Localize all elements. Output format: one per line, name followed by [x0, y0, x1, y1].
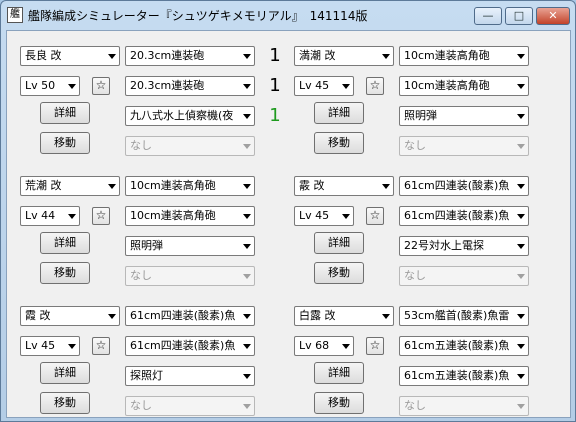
equip-slot-2[interactable]: 10cm連装高角砲 [399, 76, 529, 96]
level-select[interactable]: Lv 45 [294, 206, 354, 226]
move-button[interactable]: 移動 [314, 392, 364, 414]
level-select[interactable]: Lv 50 [20, 76, 80, 96]
star-button[interactable]: ☆ [366, 207, 384, 225]
move-button[interactable]: 移動 [40, 392, 90, 414]
window-title: 艦隊編成シミュレーター『シュツゲキメモリアル』 141114版 [28, 9, 368, 23]
equip-slot-3[interactable]: 照明弾 [399, 106, 529, 126]
plane-count: 1 [269, 75, 281, 96]
close-button[interactable]: ✕ [536, 7, 570, 25]
equip-slot-4[interactable]: なし [125, 266, 255, 286]
equip-slot-1[interactable]: 10cm連装高角砲 [399, 46, 529, 66]
detail-button[interactable]: 詳細 [314, 232, 364, 254]
equip-slot-2[interactable]: 61cm四連装(酸素)魚 [399, 206, 529, 226]
ship-select[interactable]: 霞 改 [20, 306, 120, 326]
star-button[interactable]: ☆ [92, 207, 110, 225]
star-button[interactable]: ☆ [92, 77, 110, 95]
detail-button[interactable]: 詳細 [314, 102, 364, 124]
ship-slot-6: 白露 改 Lv 68 ☆ 詳細 移動 53cm艦首(酸素)魚雷 61cm五連装(… [288, 304, 558, 419]
ship-select[interactable]: 白露 改 [294, 306, 394, 326]
title-bar[interactable]: 艦 艦隊編成シミュレーター『シュツゲキメモリアル』 141114版 — □ ✕ [1, 1, 575, 29]
star-button[interactable]: ☆ [92, 337, 110, 355]
detail-button[interactable]: 詳細 [40, 232, 90, 254]
star-button[interactable]: ☆ [366, 77, 384, 95]
move-button[interactable]: 移動 [314, 262, 364, 284]
equip-slot-3[interactable]: 九八式水上偵察機(夜 [125, 106, 255, 126]
equip-slot-2[interactable]: 61cm四連装(酸素)魚 [125, 336, 255, 356]
equip-slot-4[interactable]: なし [399, 266, 529, 286]
equip-slot-1[interactable]: 61cm四連装(酸素)魚 [125, 306, 255, 326]
move-button[interactable]: 移動 [40, 132, 90, 154]
equip-slot-3[interactable]: 22号対水上電探 [399, 236, 529, 256]
ship-select[interactable]: 荒潮 改 [20, 176, 120, 196]
app-window: 艦 艦隊編成シミュレーター『シュツゲキメモリアル』 141114版 — □ ✕ … [0, 0, 576, 422]
maximize-button[interactable]: □ [505, 7, 533, 25]
equip-slot-4[interactable]: なし [399, 136, 529, 156]
equip-slot-4[interactable]: なし [125, 136, 255, 156]
ship-select[interactable]: 長良 改 [20, 46, 120, 66]
app-icon[interactable]: 艦 [7, 7, 23, 23]
equip-slot-1[interactable]: 53cm艦首(酸素)魚雷 [399, 306, 529, 326]
detail-button[interactable]: 詳細 [40, 102, 90, 124]
equip-slot-2[interactable]: 61cm五連装(酸素)魚 [399, 336, 529, 356]
fleet-panel: 長良 改 Lv 50 ☆ 詳細 移動 20.3cm連装砲 1 20.3cm連装砲… [6, 30, 571, 418]
equip-slot-3[interactable]: 61cm五連装(酸素)魚 [399, 366, 529, 386]
level-select[interactable]: Lv 45 [20, 336, 80, 356]
equip-slot-2[interactable]: 20.3cm連装砲 [125, 76, 255, 96]
equip-slot-1[interactable]: 61cm四連装(酸素)魚 [399, 176, 529, 196]
equip-slot-2[interactable]: 10cm連装高角砲 [125, 206, 255, 226]
ship-select[interactable]: 満潮 改 [294, 46, 394, 66]
level-select[interactable]: Lv 45 [294, 76, 354, 96]
star-button[interactable]: ☆ [366, 337, 384, 355]
ship-slot-3: 荒潮 改 Lv 44 ☆ 詳細 移動 10cm連装高角砲 10cm連装高角砲 照… [14, 174, 284, 289]
detail-button[interactable]: 詳細 [314, 362, 364, 384]
equip-slot-3[interactable]: 照明弾 [125, 236, 255, 256]
ship-slot-1: 長良 改 Lv 50 ☆ 詳細 移動 20.3cm連装砲 1 20.3cm連装砲… [14, 44, 284, 159]
level-select[interactable]: Lv 44 [20, 206, 80, 226]
equip-slot-4[interactable]: なし [125, 396, 255, 416]
equip-slot-1[interactable]: 10cm連装高角砲 [125, 176, 255, 196]
equip-slot-3[interactable]: 探照灯 [125, 366, 255, 386]
ship-select[interactable]: 霰 改 [294, 176, 394, 196]
ship-slot-4: 霰 改 Lv 45 ☆ 詳細 移動 61cm四連装(酸素)魚 61cm四連装(酸… [288, 174, 558, 289]
ship-slot-2: 満潮 改 Lv 45 ☆ 詳細 移動 10cm連装高角砲 10cm連装高角砲 照… [288, 44, 558, 159]
minimize-button[interactable]: — [474, 7, 502, 25]
level-select[interactable]: Lv 68 [294, 336, 354, 356]
equip-slot-1[interactable]: 20.3cm連装砲 [125, 46, 255, 66]
detail-button[interactable]: 詳細 [40, 362, 90, 384]
ship-slot-5: 霞 改 Lv 45 ☆ 詳細 移動 61cm四連装(酸素)魚 61cm四連装(酸… [14, 304, 284, 419]
plane-count: 1 [269, 45, 281, 66]
move-button[interactable]: 移動 [40, 262, 90, 284]
move-button[interactable]: 移動 [314, 132, 364, 154]
equip-slot-4[interactable]: なし [399, 396, 529, 416]
plane-count: 1 [269, 105, 281, 126]
